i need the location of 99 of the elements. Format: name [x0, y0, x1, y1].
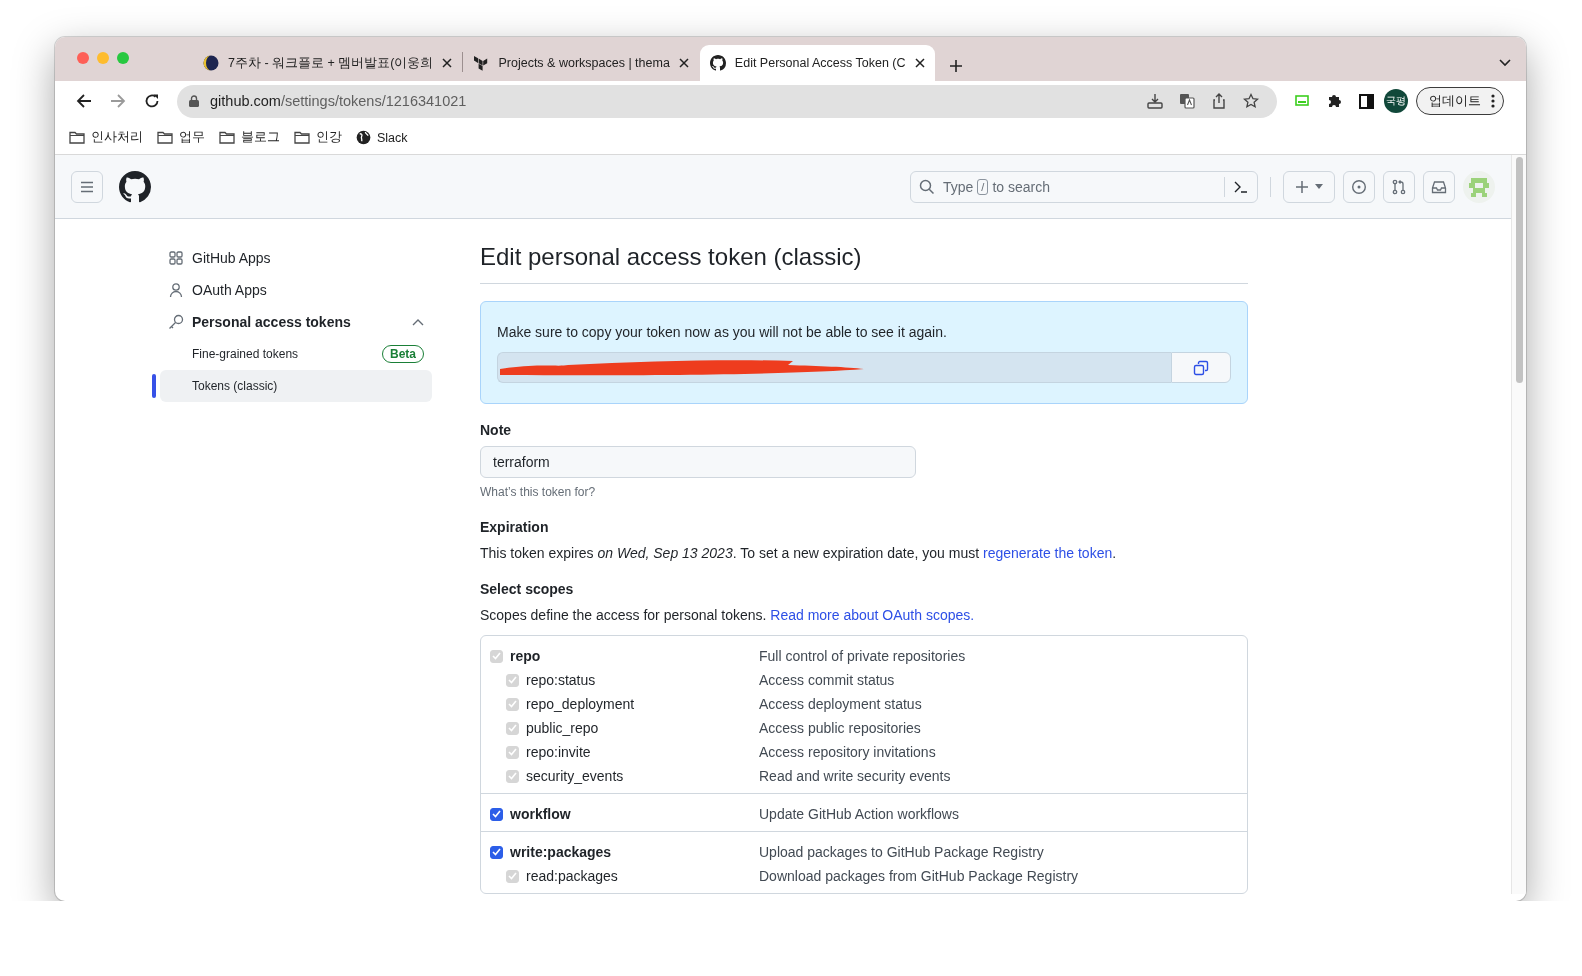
scope-description: Access repository invitations	[759, 744, 936, 760]
scope-name: workflow	[510, 806, 571, 822]
plus-icon[interactable]	[948, 59, 963, 73]
checkmark-icon	[508, 772, 517, 780]
scope-description: Access commit status	[759, 672, 895, 688]
key-icon	[168, 314, 184, 330]
field-hint: What’s this token for?	[480, 484, 597, 501]
search-icon	[919, 178, 935, 195]
folder-icon	[69, 131, 85, 144]
scope-name: public_repo	[526, 720, 599, 736]
folder-icon	[294, 131, 310, 144]
scope-description: Download packages from GitHub Package Registry	[759, 868, 1079, 884]
scopes-description: Scopes define the access for personal tokens. Read more about OAuth scopes.	[480, 606, 976, 625]
checkmark-icon	[508, 676, 517, 684]
page-title: Edit personal access token (classic)	[480, 241, 1248, 284]
search-field[interactable]: Type / to search	[910, 170, 1258, 203]
folder-icon	[219, 131, 235, 144]
puzzle-piece-icon[interactable]	[1326, 93, 1342, 109]
sidebar-item[interactable]: OAuth Apps	[160, 274, 432, 306]
plus-icon	[1295, 179, 1309, 194]
bookmark[interactable]: 인사처리	[69, 129, 143, 146]
checkmark-icon	[508, 748, 517, 756]
browser-tab[interactable]: Edit Personal Access Token (C	[699, 45, 935, 81]
bookmark[interactable]: 블로그	[219, 129, 280, 146]
checkmark-icon	[508, 872, 517, 880]
token-field[interactable]	[497, 352, 1171, 383]
expiration-text: This token expires on Wed, Sep 13 2023. To set a new expiration date, you must regenerate the token.	[480, 544, 1118, 563]
copy-icon	[1193, 359, 1209, 376]
close-icon	[442, 58, 453, 68]
section-heading: Expiration	[480, 518, 550, 537]
selection-indicator	[152, 374, 156, 398]
scope-name: repo:status	[526, 672, 596, 688]
lock-icon	[189, 95, 199, 107]
close-icon	[678, 58, 689, 68]
scope-description: Read and write security events	[759, 768, 951, 784]
scope-description: Access deployment status	[759, 696, 922, 712]
notice-text: Make sure to copy your token now as you will not be able to see it again.	[497, 323, 948, 342]
terraform-logo	[473, 55, 490, 71]
caret-icon	[1315, 184, 1323, 189]
scope-name: repo:invite	[526, 744, 591, 760]
update-button[interactable]: 업데이트	[1416, 87, 1504, 115]
scope-description: Update GitHub Action workflows	[759, 806, 959, 822]
address-bar-url[interactable]: github.com/settings/tokens/1216341021	[210, 93, 467, 109]
person-icon	[168, 282, 184, 298]
bookmark[interactable]: 업무	[157, 129, 205, 146]
forward-arrow-icon[interactable]	[110, 93, 126, 109]
reload-icon[interactable]	[144, 93, 160, 109]
folder-icon	[157, 131, 173, 144]
create-new-button[interactable]	[1283, 170, 1335, 203]
menu-button[interactable]	[71, 170, 103, 203]
inbox-icon	[1431, 178, 1447, 195]
pull-request-icon	[1391, 178, 1407, 195]
oauth-scopes-link[interactable]: Read more about OAuth scopes.	[770, 607, 975, 623]
bookmark[interactable]: Slack	[356, 130, 408, 145]
inbox-button[interactable]	[1423, 170, 1455, 203]
close-icon	[914, 58, 925, 68]
apps-icon	[168, 250, 184, 266]
scope-name: read:packages	[526, 868, 618, 884]
moon-icon	[203, 55, 219, 71]
checkbox[interactable]	[490, 807, 503, 821]
checkmark-icon	[508, 724, 517, 732]
checkmark-icon	[508, 700, 517, 708]
scope-description: Full control of private repositories	[759, 648, 966, 664]
pull-requests-button[interactable]	[1383, 170, 1415, 203]
scrollbar[interactable]	[1511, 155, 1526, 894]
translate-icon[interactable]	[1179, 93, 1195, 109]
github-logo[interactable]	[119, 170, 151, 203]
browser-tab[interactable]: Projects & workspaces | thema	[463, 45, 699, 81]
sidebar-item[interactable]: Personal access tokens	[160, 306, 432, 338]
sidebar-item[interactable]: Fine-grained tokens Beta	[160, 338, 432, 370]
checkmark-icon	[492, 810, 501, 818]
note-field[interactable]: terraform	[480, 446, 916, 478]
copy-button[interactable]	[1171, 352, 1231, 383]
checkmark-icon	[492, 848, 501, 856]
sidebar-item[interactable]: GitHub Apps	[160, 242, 432, 274]
checkmark-icon	[492, 652, 501, 660]
field-label: Note	[480, 421, 513, 440]
back-arrow-icon[interactable]	[76, 93, 92, 109]
chevron-down-icon[interactable]	[1499, 59, 1511, 67]
section-heading: Select scopes	[480, 580, 575, 599]
side-panel-icon[interactable]	[1359, 93, 1374, 109]
globe-icon	[356, 130, 371, 145]
star-icon[interactable]	[1243, 93, 1259, 109]
bookmark[interactable]: 인강	[294, 129, 342, 146]
scope-name: security_events	[526, 768, 624, 784]
share-icon[interactable]	[1211, 93, 1227, 109]
more-vertical-icon	[1491, 94, 1495, 108]
scope-description: Access public repositories	[759, 720, 921, 736]
browser-tab[interactable]: 7주차 - 워크플로 + 멤버발표(이웅희	[193, 45, 463, 81]
profile-avatar[interactable]: 국평	[1384, 89, 1408, 113]
scope-name: repo_deployment	[526, 696, 635, 712]
checkbox[interactable]	[490, 845, 503, 859]
scope-name: write:packages	[510, 844, 612, 860]
issue-icon	[1351, 178, 1367, 195]
scope-name: repo	[510, 648, 541, 664]
scope-description: Upload packages to GitHub Package Registry	[759, 844, 1044, 860]
download-icon[interactable]	[1147, 93, 1163, 109]
issues-button[interactable]	[1343, 170, 1375, 203]
github-logo	[709, 55, 726, 71]
